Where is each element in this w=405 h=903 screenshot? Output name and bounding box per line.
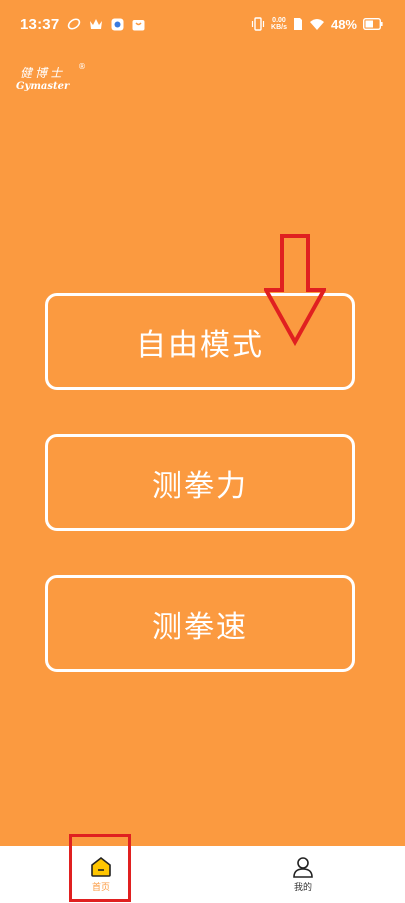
app-notification-icon bbox=[68, 18, 81, 30]
status-time: 13:37 bbox=[20, 15, 60, 33]
wifi-icon bbox=[309, 18, 324, 30]
app-badge-icon bbox=[111, 18, 124, 30]
sim-icon bbox=[293, 18, 302, 30]
bottom-tab-bar: 首页 我的 bbox=[0, 846, 405, 903]
user-icon bbox=[293, 857, 313, 878]
network-speed: 0.00 KB/s bbox=[271, 17, 287, 31]
vibrate-icon bbox=[251, 17, 265, 31]
home-tab-highlight-annotation bbox=[69, 834, 131, 902]
down-arrow-annotation bbox=[264, 234, 326, 346]
status-left: 13:37 bbox=[20, 14, 145, 34]
punch-force-button[interactable]: 测拳力 bbox=[45, 434, 355, 531]
logo-cn-text: 健博士 bbox=[20, 66, 66, 80]
punch-speed-button[interactable]: 测拳速 bbox=[45, 575, 355, 672]
shopping-bag-icon bbox=[132, 19, 145, 30]
gymaster-logo: 健博士 ® Gymaster bbox=[16, 62, 88, 102]
logo-registered-mark: ® bbox=[78, 62, 86, 71]
crown-icon bbox=[90, 19, 103, 29]
tab-mine[interactable]: 我的 bbox=[272, 846, 334, 903]
status-bar: 13:37 0.00 KB/s 48% bbox=[0, 0, 405, 46]
speed-value: 0.00 bbox=[272, 17, 286, 24]
battery-icon bbox=[363, 18, 383, 30]
tab-mine-label: 我的 bbox=[293, 883, 312, 893]
battery-percent: 48% bbox=[330, 16, 357, 32]
logo-en-text: Gymaster bbox=[16, 81, 70, 92]
status-right: 0.00 KB/s 48% bbox=[251, 14, 383, 34]
speed-unit: KB/s bbox=[271, 24, 287, 31]
